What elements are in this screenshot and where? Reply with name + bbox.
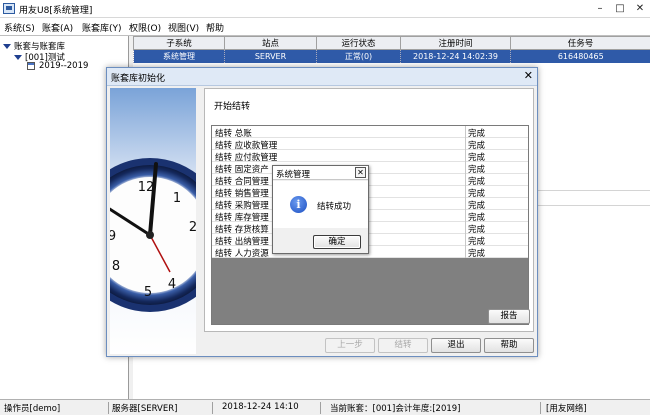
message-title-bar[interactable]: 系统管理 ✕: [273, 166, 368, 180]
svg-text:2: 2: [189, 220, 196, 235]
svg-text:9: 9: [110, 229, 116, 244]
cell-site: SERVER: [224, 49, 317, 63]
exit-button[interactable]: 退出: [431, 338, 481, 353]
divider: [212, 402, 213, 414]
list-item[interactable]: 结转 采购管理 完成: [212, 198, 528, 211]
app-icon: [3, 3, 15, 14]
svg-text:8: 8: [112, 259, 120, 274]
status-network: [用友网络]: [546, 404, 587, 414]
carryover-panel: 开始结转 结转 总账 完成 结转 应收款管理 完成 结转 应付款管理 完成 结转…: [204, 88, 534, 332]
col-header-register-time[interactable]: 注册时间: [400, 36, 511, 50]
success-message-box: 系统管理 ✕ i 结转成功 确定: [272, 165, 369, 254]
list-item[interactable]: 结转 固定资产 完成: [212, 162, 528, 175]
divider: [465, 246, 466, 258]
cell-task-id: 616480465: [510, 49, 650, 63]
close-window-button[interactable]: ✕: [630, 1, 650, 16]
list-item[interactable]: 结转 存货核算 完成: [212, 222, 528, 235]
prev-step-button[interactable]: 上一步: [325, 338, 375, 353]
menu-system[interactable]: 系统(S): [4, 21, 35, 34]
svg-text:4: 4: [168, 277, 176, 292]
list-item[interactable]: 结转 合同管理 完成: [212, 174, 528, 187]
expand-icon[interactable]: [14, 55, 22, 60]
minimize-button[interactable]: –: [590, 1, 610, 16]
col-header-status[interactable]: 运行状态: [316, 36, 401, 50]
calendar-icon: [27, 61, 35, 70]
cell-status: 正常(0): [316, 49, 401, 63]
col-header-task-id[interactable]: 任务号: [510, 36, 650, 50]
menu-view[interactable]: 视图(V): [168, 21, 199, 34]
tree-year[interactable]: 2019--2019: [27, 61, 88, 71]
divider: [465, 162, 466, 174]
message-text: 结转成功: [317, 202, 352, 212]
divider: [540, 402, 541, 414]
divider: [108, 402, 109, 414]
col-header-subsystem[interactable]: 子系统: [133, 36, 225, 50]
carryover-list: 结转 总账 完成 结转 应收款管理 完成 结转 应付款管理 完成 结转 固定资产…: [211, 125, 529, 325]
dialog-title-bar[interactable]: 账套库初始化 ✕: [107, 68, 537, 86]
divider: [465, 210, 466, 222]
divider: [465, 222, 466, 234]
report-button[interactable]: 报告: [488, 309, 530, 324]
col-header-site[interactable]: 站点: [224, 36, 317, 50]
clock-illustration: 12 1 2 4 5 8 9: [110, 88, 196, 354]
divider: [320, 402, 321, 414]
menu-permission[interactable]: 权限(O): [129, 21, 161, 34]
divider: [465, 198, 466, 210]
window-title: 用友U8[系统管理]: [19, 6, 93, 16]
table-row[interactable]: 系统管理 SERVER 正常(0) 2018-12-24 14:02:39 61…: [133, 49, 650, 63]
svg-text:5: 5: [144, 285, 152, 300]
item-status: 完成: [468, 249, 486, 259]
carryover-button[interactable]: 结转: [378, 338, 428, 353]
list-item[interactable]: 结转 库存管理 完成: [212, 210, 528, 223]
svg-text:1: 1: [173, 191, 181, 206]
divider: [465, 234, 466, 246]
menu-account[interactable]: 账套(A): [42, 21, 73, 34]
message-body: i 结转成功: [273, 181, 368, 228]
dialog-title: 账套库初始化: [111, 74, 166, 84]
list-item[interactable]: 结转 出纳管理 完成: [212, 234, 528, 247]
menu-help[interactable]: 帮助: [206, 21, 224, 34]
grid-header-row: 子系统 站点 运行状态 注册时间 任务号: [133, 36, 650, 50]
message-close-button[interactable]: ✕: [355, 167, 366, 178]
menu-bar: 系统(S) 账套(A) 账套库(Y) 权限(O) 视图(V) 帮助: [0, 18, 650, 36]
status-datetime: 2018-12-24 14:10: [222, 402, 299, 412]
divider: [465, 126, 466, 138]
cell-register-time: 2018-12-24 14:02:39: [400, 49, 511, 63]
app-title-bar: 用友U8[系统管理] – □ ✕: [0, 0, 650, 18]
clock-image: 12 1 2 4 5 8 9: [110, 158, 196, 312]
tree-year-label: 2019--2019: [39, 61, 89, 71]
list-item[interactable]: 结转 销售管理 完成: [212, 186, 528, 199]
dialog-close-button[interactable]: ✕: [524, 70, 533, 82]
divider: [465, 150, 466, 162]
divider: [465, 174, 466, 186]
list-item[interactable]: 结转 应付款管理 完成: [212, 150, 528, 163]
cell-subsystem: 系统管理: [133, 49, 225, 63]
divider: [465, 138, 466, 150]
list-item[interactable]: 结转 总账 完成: [212, 126, 528, 139]
help-button[interactable]: 帮助: [484, 338, 534, 353]
ok-button[interactable]: 确定: [313, 235, 361, 249]
menu-account-library[interactable]: 账套库(Y): [82, 21, 122, 34]
expand-icon[interactable]: [3, 44, 11, 49]
item-label: 结转 人力资源: [215, 249, 269, 259]
status-server: 服务器[SERVER]: [112, 404, 178, 414]
list-item[interactable]: 结转 人力资源 完成: [212, 246, 528, 259]
status-bar: 操作员[demo] 服务器[SERVER] 2018-12-24 14:10 当…: [0, 399, 650, 415]
carryover-heading: 开始结转: [214, 102, 251, 112]
list-item[interactable]: 结转 应收款管理 完成: [212, 138, 528, 151]
maximize-button[interactable]: □: [610, 1, 630, 16]
status-current-account: 当前账套：[001]会计年度:[2019]: [330, 404, 461, 414]
status-operator: 操作员[demo]: [4, 404, 61, 414]
divider: [465, 186, 466, 198]
message-title: 系统管理: [276, 170, 311, 180]
info-icon: i: [290, 196, 307, 213]
